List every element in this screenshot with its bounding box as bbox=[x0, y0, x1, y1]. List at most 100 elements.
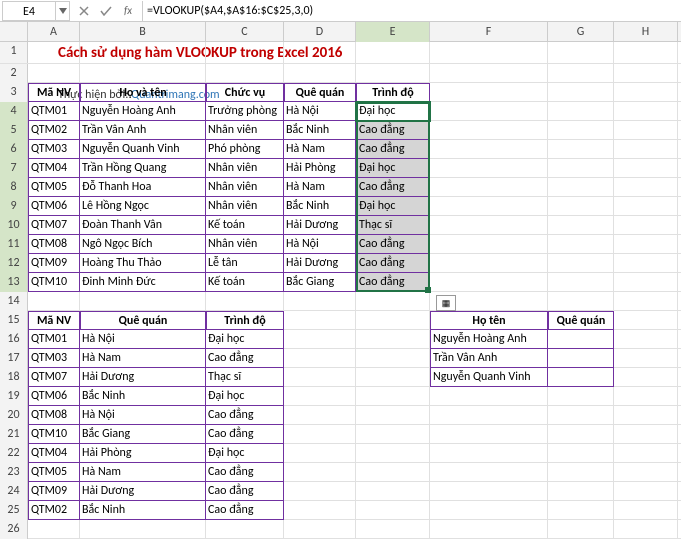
col-header-B[interactable]: B bbox=[80, 22, 206, 42]
row-header-6[interactable]: 6 bbox=[0, 140, 28, 159]
cell[interactable]: QTM07 bbox=[28, 368, 80, 387]
cell[interactable]: QTM03 bbox=[28, 349, 80, 368]
cell[interactable] bbox=[548, 368, 614, 387]
col-header-G[interactable]: G bbox=[548, 22, 614, 42]
table2-th[interactable]: Mã NV bbox=[28, 311, 80, 330]
cell[interactable]: Nhân viên bbox=[206, 121, 284, 140]
cell[interactable]: QTM06 bbox=[28, 197, 80, 216]
cell[interactable]: Bắc Ninh bbox=[80, 501, 206, 520]
cell[interactable]: Bắc Giang bbox=[284, 273, 356, 292]
table3-th[interactable]: Quê quán bbox=[548, 311, 614, 330]
cell[interactable]: Trưởng phòng bbox=[206, 102, 284, 121]
cell[interactable]: Hà Nam bbox=[80, 349, 206, 368]
formula-input[interactable]: =VLOOKUP($A4,$A$16:$C$25,3,0) bbox=[142, 1, 681, 21]
row-header-21[interactable]: 21 bbox=[0, 425, 28, 444]
cell[interactable]: Kế toán bbox=[206, 273, 284, 292]
fx-icon[interactable]: fx bbox=[120, 3, 136, 19]
cell[interactable]: QTM05 bbox=[28, 178, 80, 197]
name-box[interactable]: E4 bbox=[2, 1, 56, 21]
cell[interactable]: Hà Nội bbox=[80, 406, 206, 425]
cell[interactable]: QTM08 bbox=[28, 235, 80, 254]
cell[interactable]: QTM03 bbox=[28, 140, 80, 159]
cell[interactable]: QTM04 bbox=[28, 159, 80, 178]
cell[interactable]: Bắc Ninh bbox=[80, 387, 206, 406]
cell[interactable]: QTM07 bbox=[28, 216, 80, 235]
cell[interactable]: Đinh Minh Đức bbox=[80, 273, 206, 292]
row-header-22[interactable]: 22 bbox=[0, 444, 28, 463]
cell[interactable]: QTM08 bbox=[28, 406, 80, 425]
cell[interactable]: QTM01 bbox=[28, 330, 80, 349]
cell[interactable]: Nguyễn Hoàng Anh bbox=[430, 330, 548, 349]
cell[interactable]: Phó phòng bbox=[206, 140, 284, 159]
cell[interactable]: Nhân viên bbox=[206, 235, 284, 254]
cell[interactable]: Hải Dương bbox=[284, 254, 356, 273]
cell[interactable] bbox=[548, 349, 614, 368]
cell[interactable]: QTM06 bbox=[28, 387, 80, 406]
cell[interactable]: Trần Vân Anh bbox=[80, 121, 206, 140]
table2-th[interactable]: Trình độ bbox=[206, 311, 284, 330]
cell[interactable]: Hà Nam bbox=[80, 463, 206, 482]
cell[interactable]: QTM02 bbox=[28, 501, 80, 520]
cell[interactable]: Cao đẳng bbox=[356, 140, 430, 159]
cell[interactable]: Ngô Ngọc Bích bbox=[80, 235, 206, 254]
col-header-E[interactable]: E bbox=[356, 22, 430, 42]
cell[interactable]: Cao đẳng bbox=[356, 178, 430, 197]
row-header-11[interactable]: 11 bbox=[0, 235, 28, 254]
row-header-9[interactable]: 9 bbox=[0, 197, 28, 216]
cell[interactable]: Trần Vân Anh bbox=[430, 349, 548, 368]
row-header-24[interactable]: 24 bbox=[0, 482, 28, 501]
spreadsheet-grid[interactable]: 1 Cách sử dụng hàm VLOOKUP trong Excel 2… bbox=[0, 42, 681, 539]
cell[interactable]: Cao đẳng bbox=[356, 235, 430, 254]
select-all-corner[interactable] bbox=[0, 22, 28, 42]
cell[interactable]: Nguyễn Quanh Vinh bbox=[80, 140, 206, 159]
autofill-options-button[interactable]: ▦ bbox=[436, 295, 456, 311]
table1-th[interactable]: Quê quán bbox=[284, 83, 356, 102]
table1-th[interactable]: Họ và tên bbox=[80, 83, 206, 102]
row-header-13[interactable]: 13 bbox=[0, 273, 28, 292]
cell[interactable]: Cao đẳng bbox=[206, 501, 284, 520]
row-header-1[interactable]: 1 bbox=[0, 42, 28, 63]
cell[interactable]: Đại học bbox=[356, 102, 430, 121]
enter-icon[interactable] bbox=[98, 3, 114, 19]
cell[interactable]: Bắc Giang bbox=[80, 425, 206, 444]
cell[interactable]: QTM02 bbox=[28, 121, 80, 140]
row-header-18[interactable]: 18 bbox=[0, 368, 28, 387]
cell[interactable]: Hà Nội bbox=[80, 330, 206, 349]
cell[interactable]: Cao đẳng bbox=[206, 349, 284, 368]
cell[interactable]: Cao đẳng bbox=[356, 121, 430, 140]
cell[interactable]: Bắc Ninh bbox=[284, 121, 356, 140]
col-header-A[interactable]: A bbox=[28, 22, 80, 42]
row-header-25[interactable]: 25 bbox=[0, 501, 28, 520]
cell[interactable]: QTM05 bbox=[28, 463, 80, 482]
cell[interactable]: Bắc Ninh bbox=[284, 197, 356, 216]
cell[interactable]: Đại học bbox=[206, 444, 284, 463]
cell[interactable]: Cao đẳng bbox=[356, 273, 430, 292]
cell[interactable]: Nhân viên bbox=[206, 159, 284, 178]
cell[interactable]: Nhân viên bbox=[206, 197, 284, 216]
cell[interactable] bbox=[548, 330, 614, 349]
cell[interactable]: Đại học bbox=[356, 197, 430, 216]
cell[interactable]: QTM10 bbox=[28, 425, 80, 444]
cell[interactable]: Đại học bbox=[206, 330, 284, 349]
table1-th[interactable]: Mã NV bbox=[28, 83, 80, 102]
row-header-26[interactable]: 26 bbox=[0, 520, 28, 539]
cell[interactable]: Hải Phòng bbox=[284, 159, 356, 178]
cell[interactable]: QTM01 bbox=[28, 102, 80, 121]
cell[interactable]: Đại học bbox=[356, 159, 430, 178]
cell[interactable]: Đỗ Thanh Hoa bbox=[80, 178, 206, 197]
cell[interactable]: Hải Dương bbox=[80, 482, 206, 501]
cell[interactable]: Cao đẳng bbox=[206, 425, 284, 444]
cell[interactable]: QTM09 bbox=[28, 482, 80, 501]
row-header-4[interactable]: 4 bbox=[0, 102, 28, 121]
cell[interactable]: Thạc sĩ bbox=[356, 216, 430, 235]
cell[interactable]: Hà Nam bbox=[284, 178, 356, 197]
cell[interactable]: Hải Dương bbox=[284, 216, 356, 235]
cell[interactable]: Hà Nội bbox=[284, 102, 356, 121]
col-header-F[interactable]: F bbox=[430, 22, 548, 42]
row-header-7[interactable]: 7 bbox=[0, 159, 28, 178]
cell[interactable]: Cao đẳng bbox=[356, 254, 430, 273]
cell[interactable]: Lễ tân bbox=[206, 254, 284, 273]
row-header-17[interactable]: 17 bbox=[0, 349, 28, 368]
col-header-H[interactable]: H bbox=[614, 22, 678, 42]
cell[interactable]: Cao đẳng bbox=[206, 463, 284, 482]
